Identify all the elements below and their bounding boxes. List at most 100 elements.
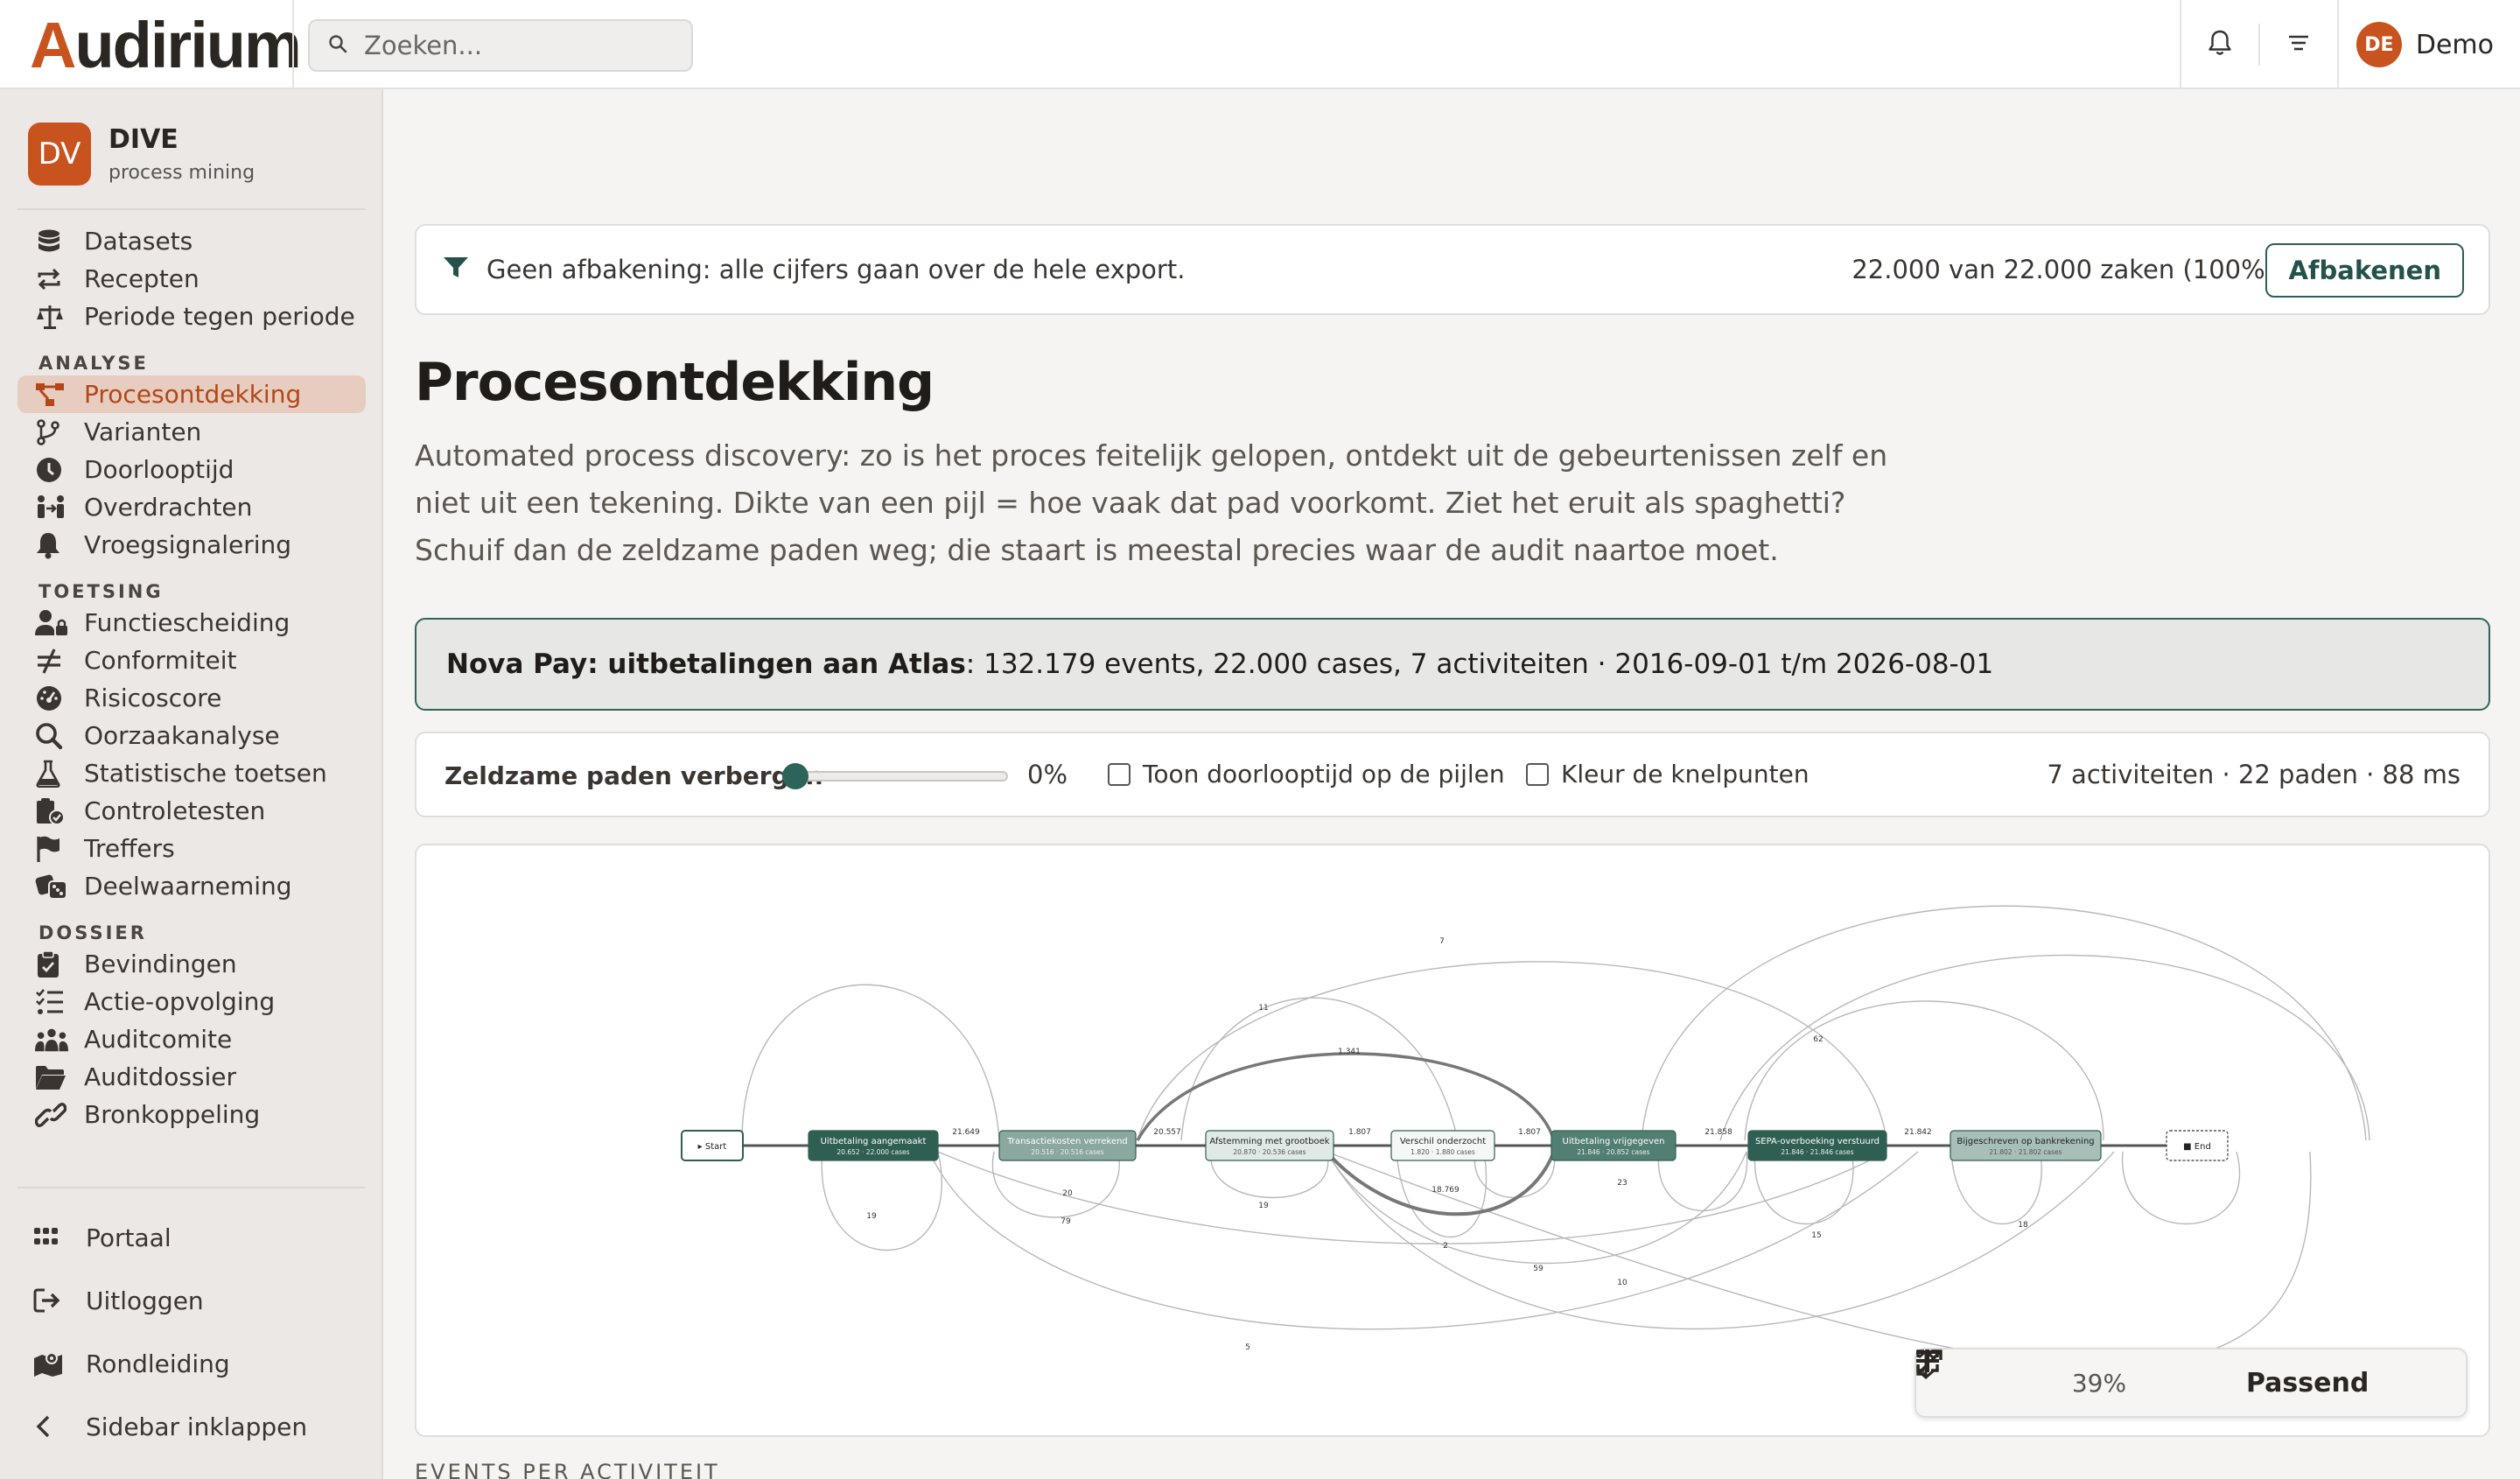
graph-controls: Zeldzame paden verbergen 0% Toon doorloo… — [415, 732, 2490, 817]
checklist-icon — [35, 987, 68, 1017]
graph-node-end[interactable]: ■ End — [2166, 1130, 2229, 1161]
clipboard-check-icon — [35, 796, 68, 826]
clipboard-icon — [35, 950, 68, 979]
tour-button[interactable]: Rondleiding — [18, 1332, 366, 1395]
sidebar-item-label: Overdrachten — [84, 493, 253, 522]
menu-button[interactable] — [2260, 0, 2337, 89]
graph-node-label: SEPA-overboeking verstuurd — [1755, 1137, 1880, 1146]
sidebar-item-oorzaakanalyse[interactable]: Oorzaakanalyse — [18, 717, 366, 754]
scope-button[interactable]: Afbakenen — [2265, 243, 2464, 298]
edge-label: 5 — [1245, 1343, 1250, 1352]
graph-node-label: Verschil onderzocht — [1400, 1137, 1486, 1146]
section-heading: ANALYSE — [38, 353, 149, 374]
sidebar-item-procesontdekking[interactable]: Procesontdekking — [18, 375, 366, 413]
sidebar-item-controletesten[interactable]: Controletesten — [18, 792, 366, 830]
sidebar-item-label: Doorlooptijd — [84, 455, 234, 484]
graph-node[interactable]: Uitbetaling vrijgegeven 21.846 · 20.852 c… — [1550, 1130, 1676, 1161]
slider-thumb[interactable] — [782, 763, 808, 789]
divider — [18, 208, 366, 210]
sidebar-item-label: Recepten — [84, 264, 200, 293]
fullscreen-button[interactable] — [1916, 1348, 2466, 1418]
sidebar-item-auditdossier[interactable]: Auditdossier — [18, 1058, 366, 1096]
sidebar-item-periode[interactable]: Periode tegen periode — [18, 298, 366, 335]
zoom-out-button[interactable] — [1916, 1348, 2056, 1418]
zoom-in-button[interactable] — [1916, 1348, 2220, 1418]
checkbox-box[interactable] — [1108, 762, 1130, 786]
section-heading: DOSSIER — [38, 922, 147, 943]
sidebar-item-conformiteit[interactable]: Conformiteit — [18, 641, 366, 679]
scale-icon — [35, 302, 68, 332]
checkbox-box[interactable] — [1526, 762, 1549, 786]
search-box[interactable] — [308, 19, 693, 72]
sidebar-item-bevindingen[interactable]: Bevindingen — [18, 945, 366, 983]
project-switcher[interactable]: DV DIVE process mining — [28, 123, 255, 186]
sidebar-item-overdrachten[interactable]: Overdrachten — [18, 488, 366, 526]
zoom-level: 39% — [2071, 1368, 2127, 1398]
graph-node-sublabel: 20.652 · 22.000 cases — [836, 1148, 909, 1156]
collapse-sidebar-button[interactable]: Sidebar inklappen — [18, 1395, 366, 1458]
sidebar-item-vroegsignalering[interactable]: Vroegsignalering — [18, 526, 366, 564]
graph-node[interactable]: Uitbetaling aangemaakt 20.652 · 22.000 ca… — [808, 1130, 939, 1161]
clock-icon — [35, 455, 68, 485]
menu-icon — [2286, 32, 2311, 57]
sidebar-item-label: Controletesten — [84, 796, 266, 825]
rare-paths-slider[interactable] — [782, 763, 1008, 789]
show-duration-checkbox[interactable]: Toon doorlooptijd op de pijlen — [1108, 760, 1505, 789]
edge-label: 15 — [1811, 1231, 1821, 1240]
graph-node[interactable]: Bijgeschreven op bankrekening 21.802 · 21… — [1950, 1130, 2102, 1161]
checkbox-label: Kleur de knelpunten — [1561, 760, 1810, 789]
graph-node-sublabel: 21.802 · 21.802 cases — [1989, 1148, 2062, 1156]
sidebar-item-treffers[interactable]: Treffers — [18, 830, 366, 867]
logout-icon — [33, 1287, 66, 1314]
graph-node-label: ■ End — [2183, 1142, 2211, 1152]
sidebar-item-label: Conformiteit — [84, 646, 237, 675]
avatar: DE — [2356, 22, 2402, 67]
sidebar-item-auditcomite[interactable]: Auditcomite — [18, 1020, 366, 1058]
sidebar-item-bronkoppeling[interactable]: Bronkoppeling — [18, 1096, 366, 1133]
map-icon — [33, 1349, 66, 1377]
sidebar-item-label: Statistische toetsen — [84, 759, 327, 788]
graph-node[interactable]: SEPA-overboeking verstuurd 21.846 · 21.84… — [1747, 1130, 1887, 1161]
logout-button[interactable]: Uitloggen — [18, 1269, 366, 1332]
sidebar-item-varianten[interactable]: Varianten — [18, 413, 366, 451]
search-input[interactable] — [364, 31, 679, 60]
sidebar-item-functiescheiding[interactable]: Functiescheiding — [18, 604, 366, 641]
folder-icon — [35, 1062, 68, 1092]
notifications-button[interactable] — [2181, 0, 2258, 89]
graph-node[interactable]: Verschil onderzocht 1.820 · 1.880 cases — [1390, 1130, 1495, 1161]
sidebar-item-actie-opvolging[interactable]: Actie-opvolging — [18, 983, 366, 1020]
color-bottlenecks-checkbox[interactable]: Kleur de knelpunten — [1526, 760, 1810, 789]
edge-label: 23 — [1617, 1179, 1627, 1188]
graph-node[interactable]: Afstemming met grootboek 20.870 · 20.536 … — [1205, 1130, 1334, 1161]
user-menu[interactable]: DE Demo — [2339, 22, 2520, 67]
process-graph-panel[interactable]: ▸ Start ■ End Uitbetaling aangemaakt 20.652… — [415, 844, 2490, 1437]
sidebar-item-recepten[interactable]: Recepten — [18, 260, 366, 298]
divider — [18, 1187, 366, 1188]
portal-link[interactable]: Portaal — [18, 1206, 366, 1269]
people-icon — [35, 1025, 68, 1055]
database-icon — [35, 227, 68, 256]
sidebar-item-doorlooptijd[interactable]: Doorlooptijd — [18, 451, 366, 488]
graph-edge-major — [1325, 1150, 1556, 1216]
bell-icon — [2207, 29, 2233, 60]
edge-label: 11 — [1258, 1004, 1268, 1013]
sidebar-item-datasets[interactable]: Datasets — [18, 222, 366, 260]
chevron-left-icon — [33, 1413, 66, 1440]
sidebar: DV DIVE process mining Datasets Recepten… — [0, 89, 383, 1479]
sidebar-item-label: Bronkoppeling — [84, 1100, 261, 1129]
graph-node-start[interactable]: ▸ Start — [681, 1130, 744, 1161]
edge-label: 21.842 — [1904, 1128, 1932, 1137]
sidebar-item-deelwaarneming[interactable]: Deelwaarneming — [18, 867, 366, 905]
app-logo[interactable]: Audirium — [30, 7, 302, 82]
link-icon — [35, 1100, 68, 1130]
sidebar-item-statistische-toetsen[interactable]: Statistische toetsen — [18, 754, 366, 792]
tour-label: Rondleiding — [86, 1349, 230, 1378]
page-title: Procesontdekking — [415, 352, 934, 413]
flask-icon — [35, 759, 68, 789]
graph-node[interactable]: Transactiekosten verrekend 20.516 · 20.51… — [998, 1130, 1137, 1161]
sidebar-item-risicoscore[interactable]: Risicoscore — [18, 679, 366, 717]
logo-text: udirium — [74, 8, 301, 81]
fit-button[interactable]: Passend — [1916, 1349, 2386, 1398]
graph-node-sublabel: 20.870 · 20.536 cases — [1233, 1148, 1306, 1156]
scope-filter-bar: Geen afbakening: alle cijfers gaan over … — [415, 224, 2490, 315]
